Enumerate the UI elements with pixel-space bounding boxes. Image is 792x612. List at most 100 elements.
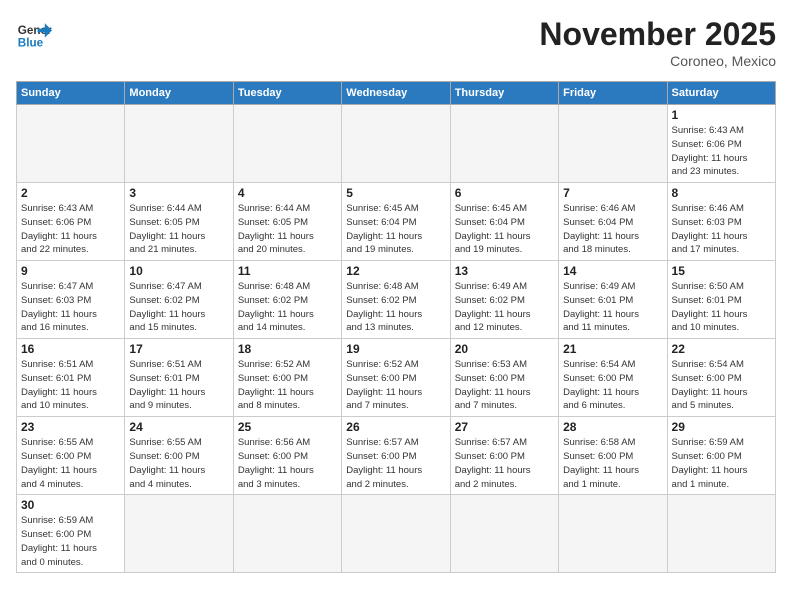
day-number: 10 <box>129 264 228 278</box>
day-info: Sunrise: 6:59 AMSunset: 6:00 PMDaylight:… <box>21 514 120 569</box>
col-header-monday: Monday <box>125 82 233 105</box>
calendar-cell: 9Sunrise: 6:47 AMSunset: 6:03 PMDaylight… <box>17 261 125 339</box>
calendar-cell <box>342 495 450 573</box>
day-info: Sunrise: 6:54 AMSunset: 6:00 PMDaylight:… <box>672 358 771 413</box>
day-number: 11 <box>238 264 337 278</box>
calendar-cell <box>450 495 558 573</box>
calendar-cell <box>667 495 775 573</box>
logo: General Blue <box>16 16 52 52</box>
calendar-cell: 4 Sunrise: 6:44 AMSunset: 6:05 PMDaylight… <box>233 183 341 261</box>
col-header-saturday: Saturday <box>667 82 775 105</box>
col-header-friday: Friday <box>559 82 667 105</box>
calendar-cell: 6Sunrise: 6:45 AMSunset: 6:04 PMDaylight… <box>450 183 558 261</box>
day-number: 3 <box>129 186 228 200</box>
day-number: 8 <box>672 186 771 200</box>
calendar-cell <box>233 105 341 183</box>
day-number: 23 <box>21 420 120 434</box>
day-info: Sunrise: 6:58 AMSunset: 6:00 PMDaylight:… <box>563 436 662 491</box>
week-row-5: 23 Sunrise: 6:55 AMSunset: 6:00 PMDayligh… <box>17 417 776 495</box>
day-number: 22 <box>672 342 771 356</box>
day-info: Sunrise: 6:44 AMSunset: 6:05 PMDaylight:… <box>238 202 337 257</box>
day-info: Sunrise: 6:57 AMSunset: 6:00 PMDaylight:… <box>455 436 554 491</box>
day-info: Sunrise: 6:44 AMSunset: 6:05 PMDaylight:… <box>129 202 228 257</box>
day-info: Sunrise: 6:46 AMSunset: 6:04 PMDaylight:… <box>563 202 662 257</box>
calendar-cell: 11 Sunrise: 6:48 AMSunset: 6:02 PMDayligh… <box>233 261 341 339</box>
calendar-cell: 25Sunrise: 6:56 AMSunset: 6:00 PMDayligh… <box>233 417 341 495</box>
col-header-sunday: Sunday <box>17 82 125 105</box>
calendar-cell: 26 Sunrise: 6:57 AMSunset: 6:00 PMDayligh… <box>342 417 450 495</box>
week-row-4: 16 Sunrise: 6:51 AMSunset: 6:01 PMDayligh… <box>17 339 776 417</box>
calendar-cell: 24 Sunrise: 6:55 AMSunset: 6:00 PMDayligh… <box>125 417 233 495</box>
day-number: 2 <box>21 186 120 200</box>
day-info: Sunrise: 6:51 AMSunset: 6:01 PMDaylight:… <box>21 358 120 413</box>
day-info: Sunrise: 6:57 AMSunset: 6:00 PMDaylight:… <box>346 436 445 491</box>
calendar-cell: 3 Sunrise: 6:44 AMSunset: 6:05 PMDaylight… <box>125 183 233 261</box>
calendar-cell <box>559 495 667 573</box>
calendar-cell: 23 Sunrise: 6:55 AMSunset: 6:00 PMDayligh… <box>17 417 125 495</box>
day-number: 4 <box>238 186 337 200</box>
calendar-cell: 1 Sunrise: 6:43 AMSunset: 6:06 PMDaylight… <box>667 105 775 183</box>
day-info: Sunrise: 6:56 AMSunset: 6:00 PMDaylight:… <box>238 436 337 491</box>
day-info: Sunrise: 6:49 AMSunset: 6:02 PMDaylight:… <box>455 280 554 335</box>
calendar-cell <box>125 495 233 573</box>
day-number: 24 <box>129 420 228 434</box>
day-number: 27 <box>455 420 554 434</box>
day-number: 16 <box>21 342 120 356</box>
calendar-cell: 5 Sunrise: 6:45 AMSunset: 6:04 PMDaylight… <box>342 183 450 261</box>
calendar-cell: 14Sunrise: 6:49 AMSunset: 6:01 PMDayligh… <box>559 261 667 339</box>
day-number: 20 <box>455 342 554 356</box>
day-number: 14 <box>563 264 662 278</box>
col-header-wednesday: Wednesday <box>342 82 450 105</box>
day-info: Sunrise: 6:47 AMSunset: 6:02 PMDaylight:… <box>129 280 228 335</box>
day-info: Sunrise: 6:45 AMSunset: 6:04 PMDaylight:… <box>346 202 445 257</box>
day-number: 29 <box>672 420 771 434</box>
calendar-cell: 8Sunrise: 6:46 AMSunset: 6:03 PMDaylight… <box>667 183 775 261</box>
calendar-cell: 15 Sunrise: 6:50 AMSunset: 6:01 PMDayligh… <box>667 261 775 339</box>
day-info: Sunrise: 6:43 AMSunset: 6:06 PMDaylight:… <box>21 202 120 257</box>
calendar-cell: 30 Sunrise: 6:59 AMSunset: 6:00 PMDayligh… <box>17 495 125 573</box>
calendar-cell: 20 Sunrise: 6:53 AMSunset: 6:00 PMDayligh… <box>450 339 558 417</box>
calendar-cell <box>342 105 450 183</box>
col-header-tuesday: Tuesday <box>233 82 341 105</box>
week-row-6: 30 Sunrise: 6:59 AMSunset: 6:00 PMDayligh… <box>17 495 776 573</box>
day-number: 5 <box>346 186 445 200</box>
day-number: 26 <box>346 420 445 434</box>
day-info: Sunrise: 6:52 AMSunset: 6:00 PMDaylight:… <box>346 358 445 413</box>
svg-text:Blue: Blue <box>18 37 44 50</box>
calendar-cell: 13 Sunrise: 6:49 AMSunset: 6:02 PMDayligh… <box>450 261 558 339</box>
week-row-1: 1 Sunrise: 6:43 AMSunset: 6:06 PMDaylight… <box>17 105 776 183</box>
calendar-cell <box>559 105 667 183</box>
calendar-cell <box>125 105 233 183</box>
col-header-thursday: Thursday <box>450 82 558 105</box>
day-number: 15 <box>672 264 771 278</box>
day-info: Sunrise: 6:48 AMSunset: 6:02 PMDaylight:… <box>346 280 445 335</box>
day-number: 30 <box>21 498 120 512</box>
calendar-cell: 7Sunrise: 6:46 AMSunset: 6:04 PMDaylight… <box>559 183 667 261</box>
calendar-cell: 29 Sunrise: 6:59 AMSunset: 6:00 PMDayligh… <box>667 417 775 495</box>
calendar-cell <box>450 105 558 183</box>
day-info: Sunrise: 6:53 AMSunset: 6:00 PMDaylight:… <box>455 358 554 413</box>
day-number: 17 <box>129 342 228 356</box>
logo-icon: General Blue <box>16 16 52 52</box>
day-info: Sunrise: 6:55 AMSunset: 6:00 PMDaylight:… <box>21 436 120 491</box>
day-number: 13 <box>455 264 554 278</box>
month-title: November 2025 <box>539 16 776 53</box>
day-info: Sunrise: 6:48 AMSunset: 6:02 PMDaylight:… <box>238 280 337 335</box>
week-row-2: 2 Sunrise: 6:43 AMSunset: 6:06 PMDaylight… <box>17 183 776 261</box>
day-info: Sunrise: 6:43 AMSunset: 6:06 PMDaylight:… <box>672 124 771 179</box>
calendar-cell: 18Sunrise: 6:52 AMSunset: 6:00 PMDayligh… <box>233 339 341 417</box>
title-block: November 2025 Coroneo, Mexico <box>539 16 776 69</box>
day-number: 12 <box>346 264 445 278</box>
calendar-cell: 19Sunrise: 6:52 AMSunset: 6:00 PMDayligh… <box>342 339 450 417</box>
day-info: Sunrise: 6:50 AMSunset: 6:01 PMDaylight:… <box>672 280 771 335</box>
day-info: Sunrise: 6:55 AMSunset: 6:00 PMDaylight:… <box>129 436 228 491</box>
day-number: 18 <box>238 342 337 356</box>
day-info: Sunrise: 6:59 AMSunset: 6:00 PMDaylight:… <box>672 436 771 491</box>
calendar-cell <box>233 495 341 573</box>
calendar-table: SundayMondayTuesdayWednesdayThursdayFrid… <box>16 81 776 573</box>
calendar-cell: 21 Sunrise: 6:54 AMSunset: 6:00 PMDayligh… <box>559 339 667 417</box>
day-info: Sunrise: 6:54 AMSunset: 6:00 PMDaylight:… <box>563 358 662 413</box>
day-number: 1 <box>672 108 771 122</box>
day-number: 28 <box>563 420 662 434</box>
day-number: 21 <box>563 342 662 356</box>
